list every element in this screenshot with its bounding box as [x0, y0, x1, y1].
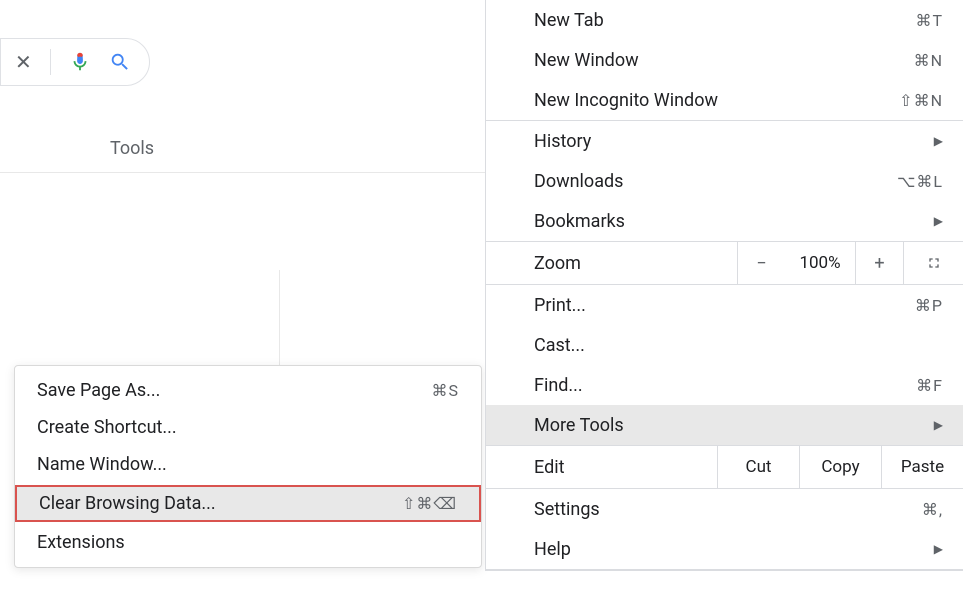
menu-item-label: Create Shortcut... [37, 417, 177, 438]
edit-label: Edit [486, 457, 717, 478]
menu-item-label: Save Page As... [37, 380, 160, 401]
shortcut-label: ⇧⌘⌫ [402, 494, 457, 513]
cast-item[interactable]: Cast... [486, 325, 963, 365]
shortcut-label: ⌘T [915, 11, 943, 30]
menu-item-label: New Window [534, 50, 914, 71]
chevron-right-icon: ▶ [934, 214, 943, 228]
paste-button[interactable]: Paste [881, 446, 963, 488]
zoom-out-button[interactable]: − [737, 242, 785, 284]
shortcut-label: ⇧⌘N [899, 91, 943, 110]
shortcut-label: ⌘N [914, 51, 943, 70]
menu-item-label: Downloads [534, 171, 897, 192]
shortcut-label: ⌘F [916, 376, 943, 395]
search-icon[interactable] [109, 51, 131, 73]
new-incognito-item[interactable]: New Incognito Window ⇧⌘N [486, 80, 963, 120]
extensions-item[interactable]: Extensions [15, 524, 481, 561]
menu-item-label: More Tools [534, 415, 934, 436]
zoom-row: Zoom − 100% + [486, 241, 963, 285]
shortcut-label: ⌥⌘L [897, 172, 943, 191]
tools-tab[interactable]: Tools [110, 138, 154, 159]
history-item[interactable]: History ▶ [486, 121, 963, 161]
voice-search-icon[interactable] [69, 51, 91, 73]
chevron-right-icon: ▶ [934, 418, 943, 432]
fullscreen-button[interactable] [903, 242, 963, 284]
menu-item-label: Bookmarks [534, 211, 934, 232]
menu-item-label: Cast... [534, 335, 943, 356]
print-item[interactable]: Print... ⌘P [486, 285, 963, 325]
help-item[interactable]: Help ▶ [486, 529, 963, 569]
menu-item-label: Clear Browsing Data... [39, 493, 216, 514]
menu-item-label: History [534, 131, 934, 152]
divider [486, 569, 963, 570]
menu-item-label: Extensions [37, 532, 125, 553]
menu-item-label: Print... [534, 295, 915, 316]
chevron-right-icon: ▶ [934, 542, 943, 556]
menu-item-label: Find... [534, 375, 916, 396]
menu-item-label: New Incognito Window [534, 90, 899, 111]
menu-item-label: Settings [534, 499, 922, 520]
edit-row: Edit Cut Copy Paste [486, 445, 963, 489]
downloads-item[interactable]: Downloads ⌥⌘L [486, 161, 963, 201]
menu-item-label: Name Window... [37, 454, 167, 475]
more-tools-submenu: Save Page As... ⌘S Create Shortcut... Na… [14, 365, 482, 568]
more-tools-item[interactable]: More Tools ▶ [486, 405, 963, 445]
shortcut-label: ⌘P [915, 296, 943, 315]
settings-item[interactable]: Settings ⌘, [486, 489, 963, 529]
bookmarks-item[interactable]: Bookmarks ▶ [486, 201, 963, 241]
shortcut-label: ⌘S [432, 381, 460, 400]
new-tab-item[interactable]: New Tab ⌘T [486, 0, 963, 40]
divider [279, 270, 280, 365]
shortcut-label: ⌘, [922, 500, 943, 519]
find-item[interactable]: Find... ⌘F [486, 365, 963, 405]
copy-button[interactable]: Copy [799, 446, 881, 488]
name-window-item[interactable]: Name Window... [15, 446, 481, 483]
search-bar-right: ✕ [0, 38, 150, 86]
zoom-in-button[interactable]: + [855, 242, 903, 284]
menu-item-label: New Tab [534, 10, 915, 31]
divider [0, 172, 485, 173]
chevron-right-icon: ▶ [934, 134, 943, 148]
clear-search-icon[interactable]: ✕ [15, 50, 32, 74]
create-shortcut-item[interactable]: Create Shortcut... [15, 409, 481, 446]
new-window-item[interactable]: New Window ⌘N [486, 40, 963, 80]
menu-item-label: Help [534, 539, 934, 560]
zoom-label: Zoom [486, 253, 737, 274]
clear-browsing-data-item[interactable]: Clear Browsing Data... ⇧⌘⌫ [15, 485, 481, 522]
zoom-value: 100% [785, 253, 855, 273]
divider [50, 49, 51, 75]
save-page-as-item[interactable]: Save Page As... ⌘S [15, 372, 481, 409]
cut-button[interactable]: Cut [717, 446, 799, 488]
chrome-main-menu: New Tab ⌘T New Window ⌘N New Incognito W… [485, 0, 963, 571]
